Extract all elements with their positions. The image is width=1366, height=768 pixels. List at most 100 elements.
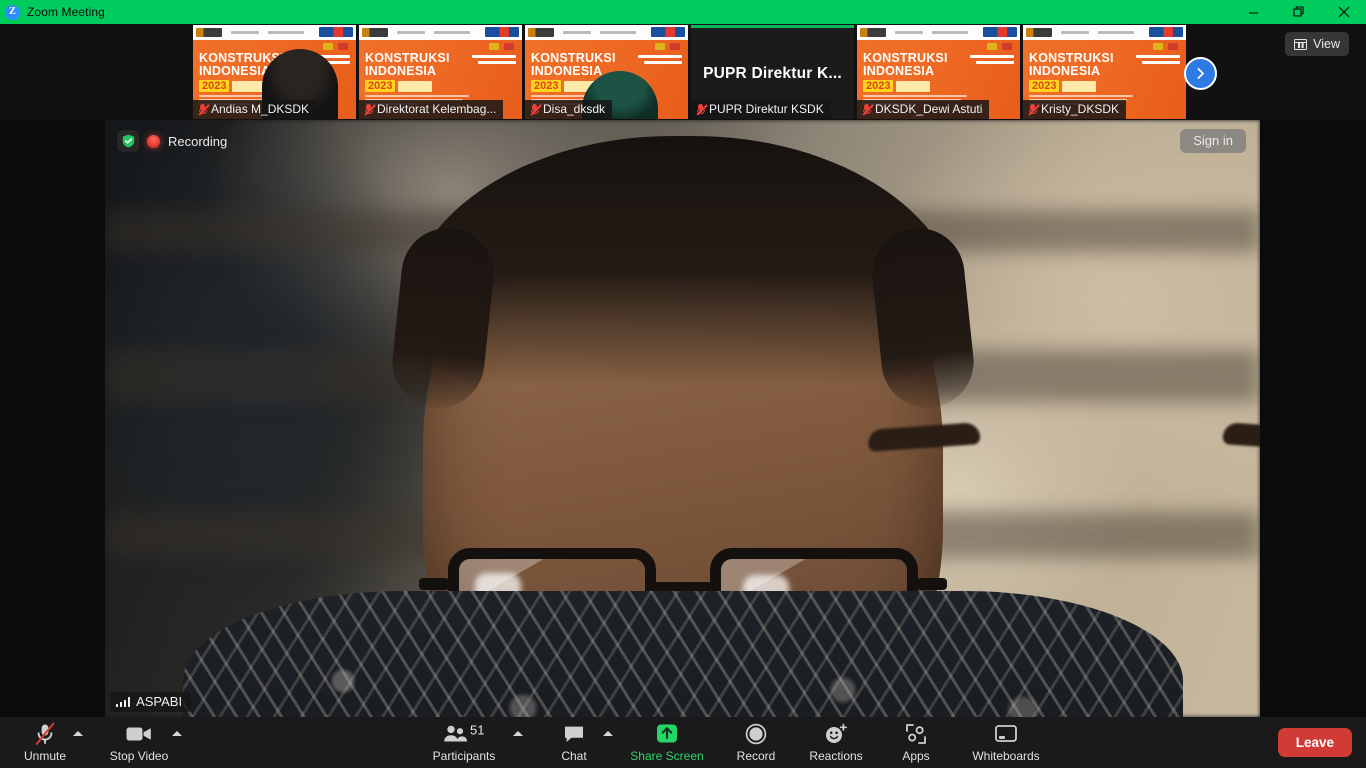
shield-check-icon[interactable] bbox=[117, 130, 139, 152]
meeting-status-group: Recording bbox=[117, 130, 227, 152]
close-icon[interactable] bbox=[1321, 0, 1366, 24]
app-body: KONSTRUKSIINDONESIA 2023 Andias M_DKSDK bbox=[0, 24, 1366, 768]
poster-year: 2023 bbox=[863, 80, 931, 92]
participant-name: Disa_dksdk bbox=[543, 102, 606, 116]
poster-social-icons bbox=[655, 43, 680, 50]
poster-logo-icon bbox=[860, 28, 886, 37]
whiteboard-icon bbox=[994, 722, 1018, 746]
glasses-temple-right bbox=[916, 578, 947, 590]
minimize-icon[interactable] bbox=[1231, 0, 1276, 24]
poster-year: 2023 bbox=[1029, 80, 1097, 92]
poster-org bbox=[472, 55, 516, 67]
participant-name: PUPR Direktur KSDK bbox=[709, 102, 824, 116]
window-titlebar: Z Zoom Meeting bbox=[0, 0, 1366, 24]
participants-menu-chevron-up-icon[interactable] bbox=[513, 731, 523, 736]
pupr-logo-icon bbox=[983, 27, 1017, 37]
smiley-plus-icon bbox=[824, 722, 848, 746]
people-icon: 51 bbox=[443, 722, 485, 746]
share-screen-button-label: Share Screen bbox=[630, 749, 704, 763]
audio-bars-icon bbox=[116, 696, 131, 707]
chat-menu-chevron-up-icon[interactable] bbox=[603, 731, 613, 736]
poster-logo-icon bbox=[362, 28, 388, 37]
microphone-muted-icon bbox=[1028, 103, 1040, 116]
thumbnail-2[interactable]: KONSTRUKSI INDONESIA 2023 Disa_dksdk bbox=[525, 25, 688, 119]
restore-icon[interactable] bbox=[1276, 0, 1321, 24]
thumbnail-3-active-speaker[interactable]: PUPR Direktur K... PUPR Direktur KSDK bbox=[691, 25, 854, 119]
pupr-logo-icon bbox=[485, 27, 519, 37]
poster-org bbox=[638, 55, 682, 67]
thumbnail-label-1: Direktorat Kelembag... bbox=[359, 100, 504, 119]
poster-social-icons bbox=[489, 43, 514, 50]
share-screen-button[interactable]: Share Screen bbox=[624, 722, 710, 763]
poster-org bbox=[970, 55, 1014, 67]
poster-url-text bbox=[231, 31, 259, 34]
poster-header bbox=[857, 25, 1020, 40]
poster-logo-icon bbox=[196, 28, 222, 37]
poster-title: KONSTRUKSI INDONESIA bbox=[365, 51, 450, 78]
poster-url-text2 bbox=[268, 31, 304, 34]
reactions-button[interactable]: Reactions bbox=[793, 722, 879, 763]
microphone-muted-icon bbox=[862, 103, 874, 116]
audio-button[interactable]: Unmute bbox=[2, 722, 88, 763]
video-button-label: Stop Video bbox=[109, 749, 169, 763]
record-button[interactable]: Record bbox=[713, 722, 799, 763]
poster-org bbox=[1136, 55, 1180, 67]
audio-button-label: Unmute bbox=[23, 749, 67, 763]
pupr-logo-icon bbox=[1149, 27, 1183, 37]
chevron-right-icon bbox=[1197, 68, 1204, 79]
participants-button[interactable]: 51 Participants bbox=[421, 722, 507, 763]
audio-menu-chevron-up-icon[interactable] bbox=[73, 731, 83, 736]
poster-header bbox=[1023, 25, 1186, 40]
grid-icon bbox=[1294, 38, 1308, 50]
glasses-temple-left bbox=[418, 578, 449, 590]
participant-name: Direktorat Kelembag... bbox=[377, 102, 497, 116]
thumbnail-label-5: Kristy_DKSDK bbox=[1023, 100, 1127, 119]
view-button[interactable]: View bbox=[1285, 32, 1349, 56]
thumbnail-0[interactable]: KONSTRUKSI INDONESIA 2023 Andias M_DKSDK bbox=[193, 25, 356, 119]
recording-label: Recording bbox=[168, 133, 228, 149]
chat-button-label: Chat bbox=[561, 749, 587, 763]
participant-name: DKSDK_Dewi Astuti bbox=[875, 102, 983, 116]
filmstrip-next-button[interactable] bbox=[1184, 57, 1217, 90]
thumbnail-5[interactable]: KONSTRUKSI INDONESIA 2023 Kristy_DKSDK bbox=[1023, 25, 1186, 119]
thumbnail-label-2: Disa_dksdk bbox=[525, 100, 613, 119]
microphone-muted-icon bbox=[34, 722, 56, 746]
poster-social-icons bbox=[987, 43, 1012, 50]
speaker-name-badge: ASPABI bbox=[110, 692, 192, 712]
microphone-muted-icon bbox=[364, 103, 376, 116]
poster-year: 2023 bbox=[365, 80, 433, 92]
thumbnail-list: KONSTRUKSIINDONESIA 2023 Andias M_DKSDK bbox=[193, 25, 1189, 119]
thumbnail-label-4: DKSDK_Dewi Astuti bbox=[857, 100, 990, 119]
thumbnail-4[interactable]: KONSTRUKSI INDONESIA 2023 DKSDK_Dewi Astu… bbox=[857, 25, 1020, 119]
thumbnail-label-0: Andias M_DKSDK bbox=[193, 100, 317, 119]
whiteboards-button[interactable]: Whiteboards bbox=[963, 722, 1049, 763]
batik-shirt bbox=[182, 591, 1183, 717]
video-button[interactable]: Stop Video bbox=[96, 722, 182, 763]
participants-count: 51 bbox=[470, 724, 484, 738]
share-screen-icon bbox=[655, 722, 679, 746]
apps-button[interactable]: Apps bbox=[873, 722, 959, 763]
meeting-toolbar: Unmute Stop Video 51 Participants Chat S… bbox=[0, 717, 1366, 768]
reactions-button-label: Reactions bbox=[809, 749, 863, 763]
sign-in-button[interactable]: Sign in bbox=[1180, 129, 1246, 153]
poster-social-icons bbox=[1153, 43, 1178, 50]
microphone-muted-icon bbox=[696, 103, 708, 116]
participant-filmstrip: KONSTRUKSIINDONESIA 2023 Andias M_DKSDK bbox=[0, 24, 1366, 120]
poster-title: KONSTRUKSI INDONESIA bbox=[1029, 51, 1114, 78]
chat-button[interactable]: Chat bbox=[531, 722, 617, 763]
zoom-logo-icon: Z bbox=[5, 4, 20, 20]
thumbnail-1[interactable]: KONSTRUKSI INDONESIA 2023 Direktorat Kele… bbox=[359, 25, 522, 119]
record-circle-icon bbox=[745, 722, 767, 746]
chat-bubble-icon bbox=[563, 722, 585, 746]
speaker-name-text: ASPABI bbox=[136, 694, 183, 709]
video-menu-chevron-up-icon[interactable] bbox=[172, 731, 182, 736]
camera-icon bbox=[126, 722, 152, 746]
poster-year: 2023 bbox=[199, 80, 267, 92]
window-controls bbox=[1231, 0, 1366, 24]
microphone-muted-icon bbox=[530, 103, 542, 116]
leave-button[interactable]: Leave bbox=[1277, 728, 1352, 757]
participants-button-label: Participants bbox=[432, 749, 496, 763]
pupr-logo-icon bbox=[651, 27, 685, 37]
active-speaker-video[interactable]: Recording Sign in ASPABI bbox=[105, 120, 1260, 717]
whiteboards-button-label: Whiteboards bbox=[972, 749, 1040, 763]
